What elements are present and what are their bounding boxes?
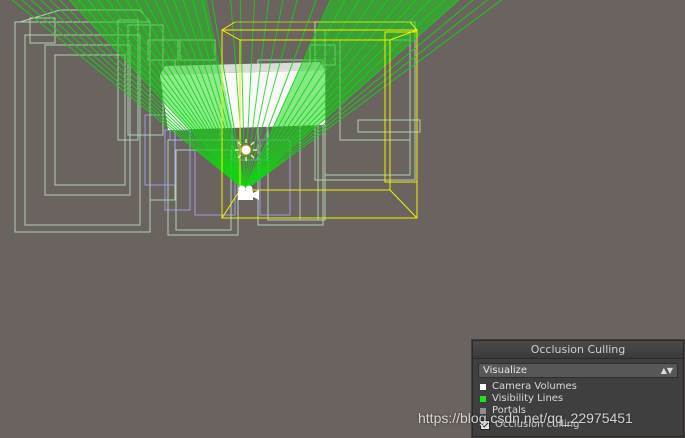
legend-camera-volumes: Camera Volumes (473, 381, 683, 393)
visibility-lines-swatch (480, 396, 486, 402)
dropdown-arrows-icon: ▲▼ (660, 366, 673, 375)
sun-icon[interactable] (235, 139, 257, 161)
visualize-mode-dropdown[interactable]: Visualize ▲▼ (478, 363, 678, 378)
dropdown-value: Visualize (483, 365, 528, 376)
legend-label: Camera Volumes (492, 381, 577, 392)
legend-visibility-lines: Visibility Lines (473, 393, 683, 405)
camera-volumes-swatch (480, 384, 486, 390)
watermark-url: https://blog.csdn.net/qq_22975451 (418, 410, 633, 426)
legend-label: Visibility Lines (492, 393, 564, 404)
camera-icon[interactable] (238, 185, 259, 201)
panel-title: Occlusion Culling (473, 341, 683, 359)
